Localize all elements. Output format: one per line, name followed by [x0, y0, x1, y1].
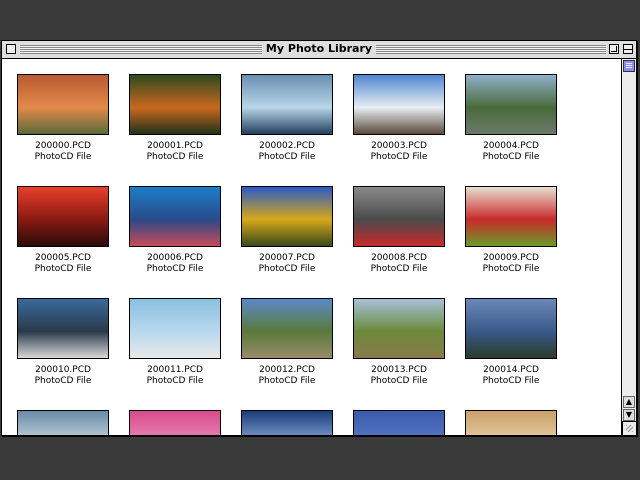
partial-4-thumbnail[interactable]: [353, 410, 445, 435]
lake-mountains-thumbnail[interactable]: [465, 298, 557, 359]
photo-item[interactable]: 200010.PCD PhotoCD File: [7, 298, 119, 387]
partial-2-thumbnail[interactable]: [129, 410, 221, 435]
file-kind: PhotoCD File: [258, 376, 316, 386]
file-name[interactable]: 200004.PCD: [455, 141, 567, 152]
photo-item[interactable]: 200009.PCD PhotoCD File: [455, 186, 567, 275]
partial-3-thumbnail[interactable]: [241, 410, 333, 435]
file-kind: PhotoCD File: [146, 376, 204, 386]
photo-item[interactable]: 200006.PCD PhotoCD File: [119, 186, 231, 275]
zoom-box[interactable]: [609, 44, 619, 54]
title-stripes-right: [371, 45, 606, 54]
size-box[interactable]: [622, 421, 636, 435]
file-kind: PhotoCD File: [482, 152, 540, 162]
icon-view: 200000.PCD PhotoCD File 200001.PCD PhotoCD …: [2, 59, 621, 435]
partial-5-thumbnail[interactable]: [465, 410, 557, 435]
vertical-scrollbar[interactable]: ▲ ▼: [621, 59, 636, 435]
photo-item[interactable]: [119, 410, 231, 435]
file-name[interactable]: 200014.PCD: [455, 365, 567, 376]
scroll-down-arrow[interactable]: ▼: [623, 409, 635, 421]
file-kind: PhotoCD File: [482, 264, 540, 274]
sunset-forest-thumbnail[interactable]: [17, 186, 109, 247]
photo-item[interactable]: 200005.PCD PhotoCD File: [7, 186, 119, 275]
mountain-climber-thumbnail[interactable]: [353, 74, 445, 135]
photo-item[interactable]: 200012.PCD PhotoCD File: [231, 298, 343, 387]
file-kind: PhotoCD File: [258, 152, 316, 162]
file-name[interactable]: 200008.PCD: [343, 253, 455, 264]
jet-plane-thumbnail[interactable]: [129, 298, 221, 359]
file-name[interactable]: 200007.PCD: [231, 253, 343, 264]
title-stripes-left: [20, 45, 267, 54]
iceberg-thumbnail[interactable]: [241, 74, 333, 135]
autumn-tree-thumbnail[interactable]: [241, 186, 333, 247]
file-name[interactable]: 200009.PCD: [455, 253, 567, 264]
photo-item[interactable]: 200004.PCD PhotoCD File: [455, 74, 567, 163]
file-name[interactable]: 200003.PCD: [343, 141, 455, 152]
file-kind: PhotoCD File: [370, 152, 428, 162]
collapse-box[interactable]: [623, 44, 633, 54]
window-title: My Photo Library: [261, 42, 377, 55]
file-kind: PhotoCD File: [34, 376, 92, 386]
photo-item[interactable]: 200000.PCD PhotoCD File: [7, 74, 119, 163]
photo-item[interactable]: [231, 410, 343, 435]
stonehenge-sunset-thumbnail[interactable]: [17, 74, 109, 135]
tiger-thumbnail[interactable]: [129, 74, 221, 135]
photo-item[interactable]: 200011.PCD PhotoCD File: [119, 298, 231, 387]
photo-item[interactable]: 200001.PCD PhotoCD File: [119, 74, 231, 163]
great-wall-thumbnail[interactable]: [241, 298, 333, 359]
photo-item[interactable]: [7, 410, 119, 435]
race-car-thumbnail[interactable]: [353, 186, 445, 247]
file-kind: PhotoCD File: [34, 152, 92, 162]
file-name[interactable]: 200006.PCD: [119, 253, 231, 264]
photo-item[interactable]: 200008.PCD PhotoCD File: [343, 186, 455, 275]
file-name[interactable]: 200000.PCD: [7, 141, 119, 152]
photo-item[interactable]: 200003.PCD PhotoCD File: [343, 74, 455, 163]
file-name[interactable]: 200011.PCD: [119, 365, 231, 376]
photo-item[interactable]: 200014.PCD PhotoCD File: [455, 298, 567, 387]
file-kind: PhotoCD File: [370, 264, 428, 274]
photo-item[interactable]: [455, 410, 567, 435]
file-kind: PhotoCD File: [258, 264, 316, 274]
file-name[interactable]: 200002.PCD: [231, 141, 343, 152]
photo-item[interactable]: 200013.PCD PhotoCD File: [343, 298, 455, 387]
fruit-thumbnail[interactable]: [465, 186, 557, 247]
partial-1-thumbnail[interactable]: [17, 410, 109, 435]
file-kind: PhotoCD File: [482, 376, 540, 386]
file-name[interactable]: 200001.PCD: [119, 141, 231, 152]
photo-item[interactable]: 200007.PCD PhotoCD File: [231, 186, 343, 275]
photo-item[interactable]: [343, 410, 455, 435]
file-kind: PhotoCD File: [370, 376, 428, 386]
file-kind: PhotoCD File: [146, 264, 204, 274]
countryside-thumbnail[interactable]: [353, 298, 445, 359]
diver-reef-thumbnail[interactable]: [129, 186, 221, 247]
title-bar[interactable]: My Photo Library: [2, 41, 636, 59]
file-name[interactable]: 200013.PCD: [343, 365, 455, 376]
bridge-thumbnail[interactable]: [465, 74, 557, 135]
close-box[interactable]: [6, 44, 16, 54]
sea-rocks-thumbnail[interactable]: [17, 298, 109, 359]
photo-library-window: My Photo Library 200000.PCD PhotoCD File 2…: [1, 40, 637, 436]
file-kind: PhotoCD File: [146, 152, 204, 162]
file-name[interactable]: 200005.PCD: [7, 253, 119, 264]
scroll-thumb[interactable]: [623, 60, 635, 72]
file-name[interactable]: 200012.PCD: [231, 365, 343, 376]
file-name[interactable]: 200010.PCD: [7, 365, 119, 376]
file-kind: PhotoCD File: [34, 264, 92, 274]
photo-item[interactable]: 200002.PCD PhotoCD File: [231, 74, 343, 163]
scroll-up-arrow[interactable]: ▲: [623, 396, 635, 408]
